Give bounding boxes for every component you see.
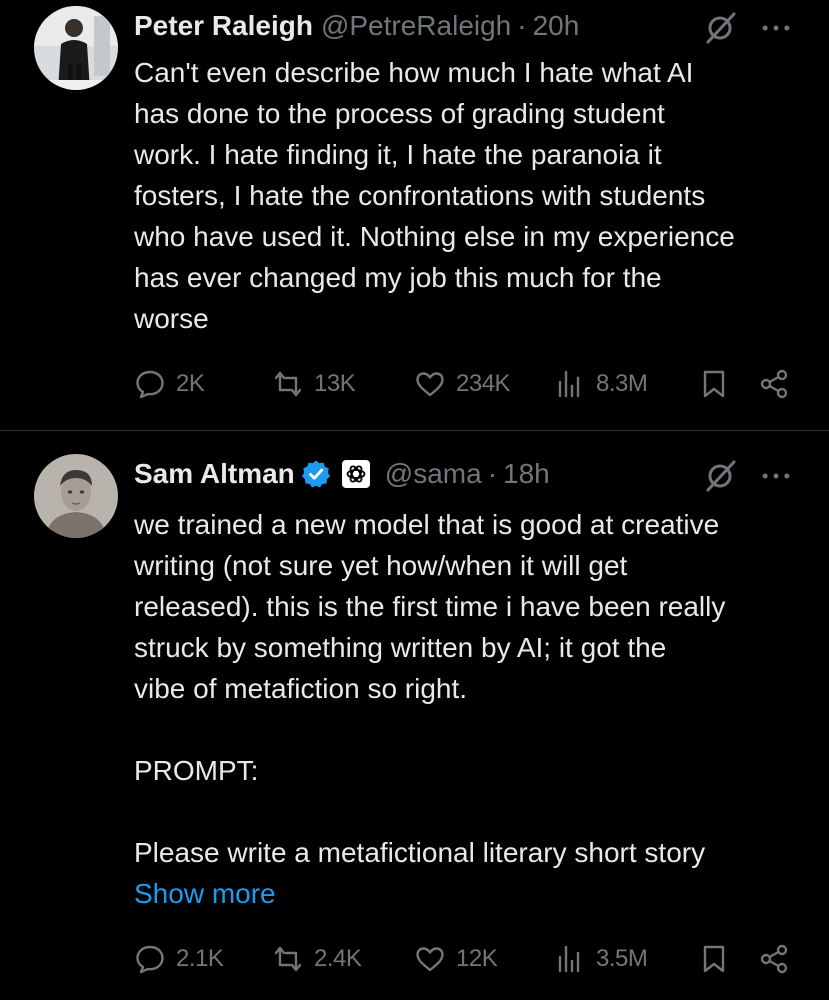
- timestamp[interactable]: 20h: [533, 10, 580, 42]
- text-line: struck by something written by AI; it go…: [134, 632, 667, 663]
- user-handle[interactable]: @sama: [385, 458, 482, 490]
- grok-icon[interactable]: [700, 8, 740, 48]
- separator: ·: [517, 10, 527, 41]
- separator: ·: [487, 458, 498, 489]
- share-button[interactable]: [758, 937, 790, 981]
- text-line: writing (not sure yet how/when it will g…: [134, 550, 628, 581]
- reply-icon: [136, 370, 164, 399]
- view-count: 8.3M: [596, 370, 648, 397]
- like-icon: [416, 947, 444, 972]
- text-line: released). this is the first time i have…: [134, 591, 726, 622]
- action-bar: 2K 13K 234K 8.3M: [134, 362, 794, 406]
- openai-logo-icon[interactable]: [341, 459, 371, 489]
- action-bar: 2.1K 2.4K 12K 3.5M: [134, 937, 794, 981]
- tweet-header: Sam Altman @sama · 18h: [134, 454, 550, 494]
- bookmark-button[interactable]: [698, 362, 730, 406]
- avatar[interactable]: [34, 6, 118, 90]
- tweet-header: Peter Raleigh @PetreRaleigh · 20h: [134, 6, 579, 46]
- views-button[interactable]: 8.3M: [554, 362, 648, 406]
- reply-button[interactable]: 2.1K: [134, 937, 224, 981]
- views-button[interactable]: 3.5M: [554, 937, 648, 981]
- grok-icon[interactable]: [700, 456, 740, 496]
- show-more-link[interactable]: Show more: [134, 873, 814, 914]
- tweet-text: Can't even describe how much I hate what…: [134, 52, 814, 339]
- share-icon: [760, 944, 788, 974]
- text-line: work. I hate finding it, I hate the para…: [134, 139, 662, 170]
- like-count: 234K: [456, 370, 511, 397]
- text-line: fosters, I hate the confrontations with …: [134, 180, 706, 211]
- share-icon: [760, 369, 788, 399]
- text-line: Can't even describe how much I hate what…: [134, 57, 694, 88]
- retweet-button[interactable]: 2.4K: [272, 937, 362, 981]
- like-count: 12K: [456, 945, 498, 972]
- tweet[interactable]: Peter Raleigh @PetreRaleigh · 20h Can't …: [0, 0, 829, 430]
- user-handle[interactable]: @PetreRaleigh: [321, 10, 511, 42]
- text-line: worse: [134, 303, 209, 334]
- views-icon: [558, 945, 580, 973]
- reply-count: 2.1K: [176, 945, 224, 972]
- tweet-divider: [0, 430, 829, 431]
- retweet-icon: [274, 946, 302, 972]
- text-line: who have used it. Nothing else in my exp…: [134, 221, 735, 252]
- text-line: Please write a metafictional literary sh…: [134, 837, 706, 868]
- tweet-text: we trained a new model that is good at c…: [134, 504, 814, 914]
- bookmark-icon: [703, 945, 725, 973]
- verified-badge-icon[interactable]: [301, 459, 331, 489]
- bookmark-button[interactable]: [698, 937, 730, 981]
- retweet-count: 13K: [314, 370, 356, 397]
- tweet[interactable]: Sam Altman @sama · 18h we trained a new …: [0, 432, 829, 1000]
- view-count: 3.5M: [596, 945, 648, 972]
- reply-button[interactable]: 2K: [134, 362, 205, 406]
- retweet-button[interactable]: 13K: [272, 362, 356, 406]
- reply-count: 2K: [176, 370, 205, 397]
- display-name[interactable]: Sam Altman: [134, 458, 295, 490]
- more-icon[interactable]: [758, 8, 794, 48]
- more-icon[interactable]: [758, 456, 794, 496]
- share-button[interactable]: [758, 362, 790, 406]
- text-line: we trained a new model that is good at c…: [134, 509, 720, 540]
- bookmark-icon: [703, 370, 725, 398]
- views-icon: [558, 370, 580, 398]
- text-line: has ever changed my job this much for th…: [134, 262, 662, 293]
- like-button[interactable]: 234K: [414, 362, 511, 406]
- display-name[interactable]: Peter Raleigh: [134, 10, 313, 42]
- text-line: has done to the process of grading stude…: [134, 98, 665, 129]
- retweet-icon: [274, 371, 302, 397]
- reply-icon: [136, 945, 164, 974]
- like-icon: [416, 372, 444, 397]
- text-line: vibe of metafiction so right.: [134, 673, 468, 704]
- retweet-count: 2.4K: [314, 945, 362, 972]
- like-button[interactable]: 12K: [414, 937, 498, 981]
- avatar[interactable]: [34, 454, 118, 538]
- timestamp[interactable]: 18h: [503, 458, 550, 490]
- text-line: PROMPT:: [134, 755, 259, 786]
